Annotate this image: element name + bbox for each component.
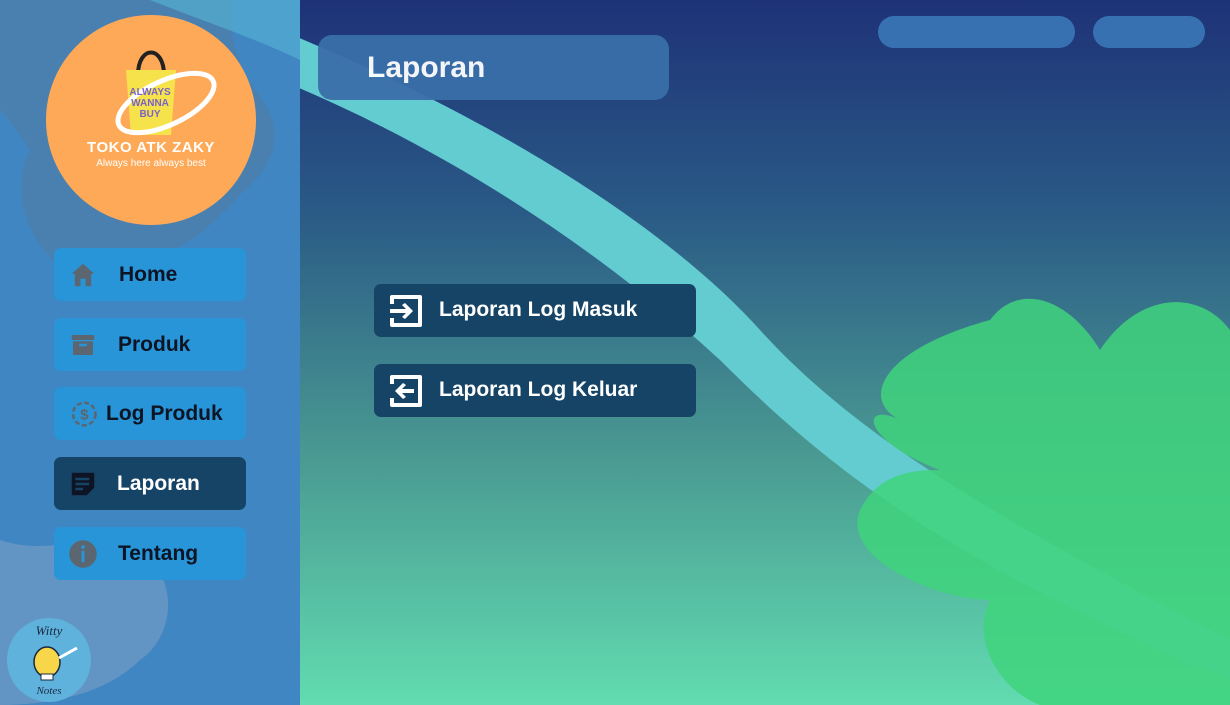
note-icon	[71, 472, 95, 496]
svg-text:Notes: Notes	[35, 685, 61, 697]
header-pill-right	[1093, 16, 1205, 48]
main-content	[300, 0, 1230, 705]
report-label: Laporan Log Keluar	[439, 378, 638, 401]
sidebar-item-laporan[interactable]: Laporan	[54, 457, 246, 510]
store-logo: ALWAYS WANNA BUY TOKO ATK ZAKY Always he…	[46, 15, 256, 225]
header-pill-left	[878, 16, 1075, 48]
info-icon	[69, 540, 97, 568]
page-header: Laporan	[318, 35, 669, 100]
shopping-bag-icon: ALWAYS WANNA BUY	[115, 50, 217, 136]
sidebar-item-log-produk[interactable]: $ Log Produk	[54, 387, 246, 440]
laporan-log-masuk-button[interactable]: Laporan Log Masuk	[374, 284, 696, 337]
dollar-history-icon: $	[71, 401, 97, 427]
home-icon	[71, 263, 95, 287]
witty-notes-logo: Witty Notes	[7, 618, 91, 702]
sidebar-item-label: Log Produk	[106, 402, 223, 425]
archive-box-icon	[71, 335, 95, 355]
svg-text:Witty: Witty	[36, 623, 63, 638]
svg-text:ALWAYS: ALWAYS	[129, 87, 171, 98]
sidebar-item-produk[interactable]: Produk	[54, 318, 246, 371]
sidebar-item-label: Tentang	[118, 542, 199, 565]
sidebar: ALWAYS WANNA BUY TOKO ATK ZAKY Always he…	[0, 0, 300, 705]
page-title: Laporan	[367, 51, 486, 84]
svg-text:$: $	[80, 407, 89, 424]
sidebar-item-label: Produk	[118, 333, 191, 356]
lightbulb-hand-icon: Witty Notes	[33, 623, 78, 697]
logout-icon	[390, 375, 422, 407]
svg-text:WANNA: WANNA	[131, 98, 169, 109]
sidebar-item-label: Laporan	[117, 472, 200, 495]
sidebar-item-tentang[interactable]: Tentang	[54, 527, 246, 580]
report-label: Laporan Log Masuk	[439, 298, 638, 321]
store-name: TOKO ATK ZAKY	[87, 139, 215, 156]
main-background	[300, 38, 1230, 705]
laporan-log-keluar-button[interactable]: Laporan Log Keluar	[374, 364, 696, 417]
store-tagline: Always here always best	[96, 158, 206, 169]
login-icon	[390, 295, 422, 327]
sidebar-item-home[interactable]: Home	[54, 248, 246, 301]
svg-text:BUY: BUY	[139, 109, 160, 120]
sidebar-item-label: Home	[119, 263, 178, 286]
